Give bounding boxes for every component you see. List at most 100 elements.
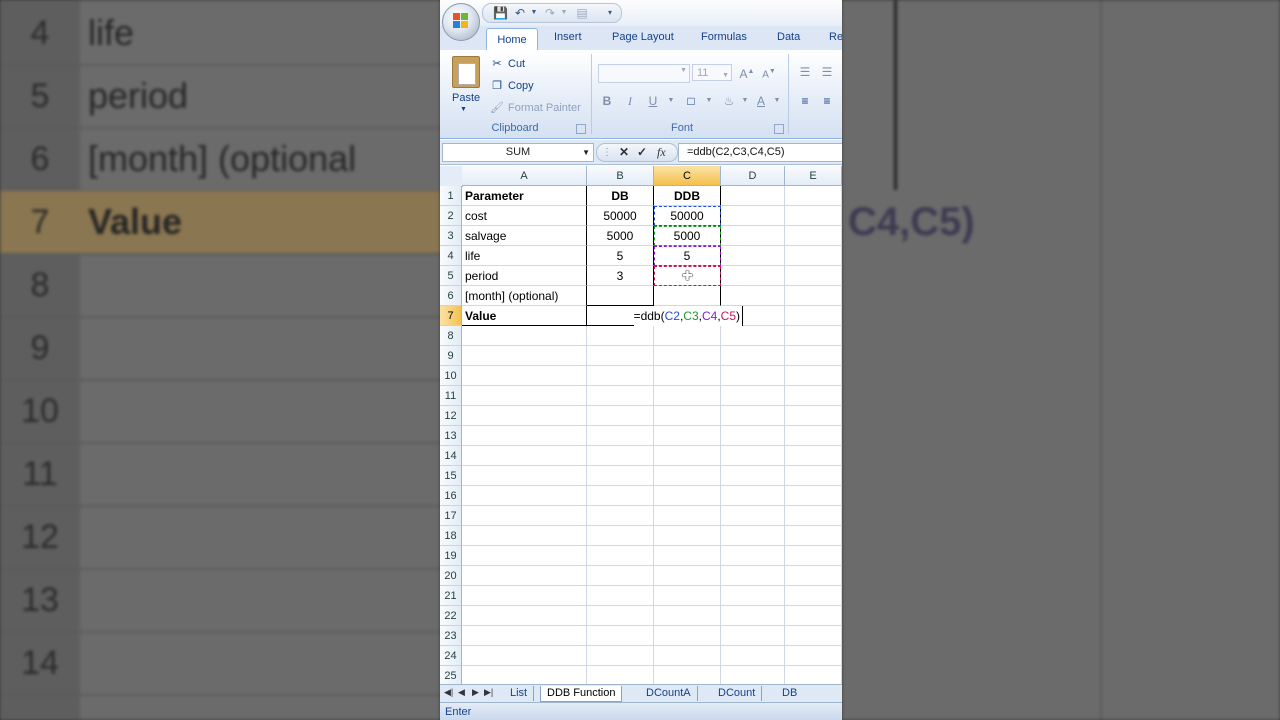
- cell-c19[interactable]: [654, 546, 721, 566]
- cell-e18[interactable]: [785, 526, 842, 546]
- underline-dropdown-icon[interactable]: ▼: [662, 92, 680, 110]
- cell-e21[interactable]: [785, 586, 842, 606]
- cell-b2[interactable]: 50000: [587, 206, 654, 226]
- font-name-combo[interactable]: ▼: [598, 64, 690, 83]
- sheet-tab-list[interactable]: List: [504, 686, 535, 701]
- cell-d11[interactable]: [721, 386, 785, 406]
- cell-b13[interactable]: [587, 426, 654, 446]
- cell-b25[interactable]: [587, 666, 654, 686]
- next-sheet-icon[interactable]: ▶: [472, 687, 479, 698]
- cell-b18[interactable]: [587, 526, 654, 546]
- shrink-font-icon[interactable]: A▼: [760, 63, 778, 81]
- cell-a24[interactable]: [462, 646, 587, 666]
- cell-e5[interactable]: [785, 266, 842, 286]
- cell-b19[interactable]: [587, 546, 654, 566]
- cell-a2[interactable]: cost: [462, 206, 587, 226]
- cell-d9[interactable]: [721, 346, 785, 366]
- cell-b6[interactable]: [587, 286, 654, 306]
- underline-button[interactable]: U: [644, 92, 662, 110]
- tab-page-layout[interactable]: Page Layout: [612, 31, 674, 43]
- cell-a15[interactable]: [462, 466, 587, 486]
- cell-c6[interactable]: [654, 286, 721, 306]
- column-header-a[interactable]: A: [462, 166, 587, 186]
- cell-e8[interactable]: [785, 326, 842, 346]
- cell-e22[interactable]: [785, 606, 842, 626]
- cell-c22[interactable]: [654, 606, 721, 626]
- first-sheet-icon[interactable]: ◀|: [444, 687, 453, 698]
- row-header[interactable]: 6: [440, 286, 462, 306]
- cell-c9[interactable]: [654, 346, 721, 366]
- cell-c2[interactable]: 50000: [654, 206, 721, 226]
- row-header[interactable]: 19: [440, 546, 462, 566]
- tab-formulas[interactable]: Formulas: [701, 31, 747, 43]
- cell-e7[interactable]: [785, 306, 842, 326]
- last-sheet-icon[interactable]: ▶|: [484, 687, 493, 698]
- font-color-dropdown-icon[interactable]: ▼: [768, 92, 786, 110]
- cell-b15[interactable]: [587, 466, 654, 486]
- cell-b8[interactable]: [587, 326, 654, 346]
- cell-b5[interactable]: 3: [587, 266, 654, 286]
- column-header-c[interactable]: C: [654, 166, 721, 186]
- cell-c16[interactable]: [654, 486, 721, 506]
- cell-d18[interactable]: [721, 526, 785, 546]
- cell-d5[interactable]: [721, 266, 785, 286]
- cell-c4[interactable]: 5: [654, 246, 721, 266]
- cell-d19[interactable]: [721, 546, 785, 566]
- row-header[interactable]: 15: [440, 466, 462, 486]
- cell-a9[interactable]: [462, 346, 587, 366]
- cell-a1[interactable]: Parameter: [462, 186, 587, 206]
- cell-a13[interactable]: [462, 426, 587, 446]
- row-header[interactable]: 18: [440, 526, 462, 546]
- undo-icon[interactable]: ↶: [513, 6, 527, 20]
- cell-e9[interactable]: [785, 346, 842, 366]
- cell-d20[interactable]: [721, 566, 785, 586]
- cell-a11[interactable]: [462, 386, 587, 406]
- row-header[interactable]: 22: [440, 606, 462, 626]
- sheet-tab-dcounta[interactable]: DCountA: [640, 686, 698, 701]
- column-header-d[interactable]: D: [721, 166, 785, 186]
- align-left-icon[interactable]: ≡: [796, 92, 814, 110]
- cut-button[interactable]: ✂ Cut: [490, 57, 525, 70]
- cell-b10[interactable]: [587, 366, 654, 386]
- row-header[interactable]: 17: [440, 506, 462, 526]
- row-header[interactable]: 11: [440, 386, 462, 406]
- cell-c10[interactable]: [654, 366, 721, 386]
- cell-e2[interactable]: [785, 206, 842, 226]
- cell-b16[interactable]: [587, 486, 654, 506]
- cell-e25[interactable]: [785, 666, 842, 686]
- bold-button[interactable]: B: [598, 92, 616, 110]
- cell-d25[interactable]: [721, 666, 785, 686]
- cell-c12[interactable]: [654, 406, 721, 426]
- borders-icon[interactable]: □: [682, 92, 700, 110]
- clipboard-launcher-icon[interactable]: [576, 124, 586, 134]
- row-header[interactable]: 25: [440, 666, 462, 686]
- row-header[interactable]: 3: [440, 226, 462, 246]
- cell-a19[interactable]: [462, 546, 587, 566]
- cell-a16[interactable]: [462, 486, 587, 506]
- cell-e6[interactable]: [785, 286, 842, 306]
- row-header[interactable]: 1: [440, 186, 462, 206]
- office-button[interactable]: [442, 3, 480, 41]
- select-all-corner[interactable]: [440, 166, 463, 187]
- cell-e15[interactable]: [785, 466, 842, 486]
- cell-c1[interactable]: DDB: [654, 186, 721, 206]
- cell-a5[interactable]: period: [462, 266, 587, 286]
- cell-b12[interactable]: [587, 406, 654, 426]
- print-preview-icon[interactable]: ▤: [575, 6, 589, 20]
- tab-home[interactable]: Home: [486, 28, 538, 51]
- cell-a6[interactable]: [month] (optional): [462, 286, 587, 306]
- editing-formula[interactable]: =ddb(C2,C3,C4,C5): [633, 306, 743, 326]
- sheet-tab-db-function[interactable]: DB Functio: [776, 686, 842, 714]
- cell-d23[interactable]: [721, 626, 785, 646]
- cell-c7[interactable]: =ddb(C2,C3,C4,C5): [633, 306, 743, 326]
- cell-a8[interactable]: [462, 326, 587, 346]
- cell-c14[interactable]: [654, 446, 721, 466]
- undo-dropdown-icon[interactable]: ▼: [527, 6, 541, 20]
- cell-d2[interactable]: [721, 206, 785, 226]
- cell-c3[interactable]: 5000: [654, 226, 721, 246]
- sheet-tab-ddb-function[interactable]: DDB Function: [540, 686, 623, 702]
- row-header[interactable]: 8: [440, 326, 462, 346]
- grow-font-icon[interactable]: A▲: [738, 63, 756, 81]
- cell-d6[interactable]: [721, 286, 785, 306]
- cell-d13[interactable]: [721, 426, 785, 446]
